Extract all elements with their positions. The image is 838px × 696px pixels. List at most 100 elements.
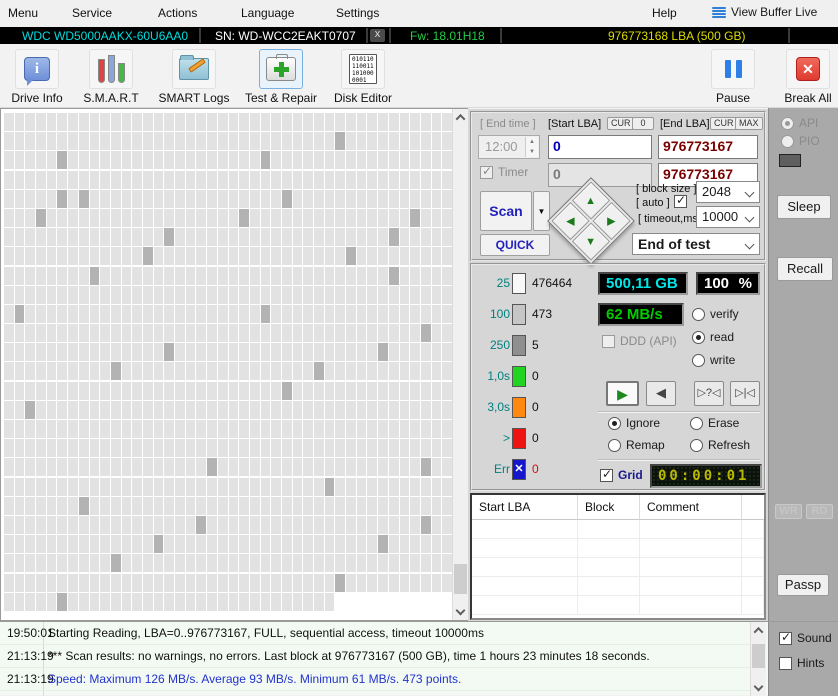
scan-block: [218, 190, 228, 208]
scroll-down-icon[interactable]: [751, 680, 766, 696]
menu-item-settings[interactable]: Settings: [336, 6, 379, 20]
scan-block: [421, 420, 431, 438]
menu-item-service[interactable]: Service: [72, 6, 112, 20]
end-lba-cur-button[interactable]: CUR: [710, 117, 738, 130]
scan-block: [303, 324, 313, 342]
defect-row[interactable]: [472, 596, 764, 615]
passp-button[interactable]: Passp: [777, 574, 829, 596]
sleep-button[interactable]: Sleep: [777, 195, 831, 219]
drive-serial: SN: WD-WCC2EAKT0707: [215, 29, 356, 43]
scan-block: [143, 343, 153, 361]
scan-block: [47, 401, 57, 419]
defect-row[interactable]: [472, 577, 764, 596]
rd-button[interactable]: RD: [806, 504, 833, 519]
seek-question-button[interactable]: ▷?◁: [694, 381, 724, 406]
ignore-radio[interactable]: Ignore: [608, 416, 660, 430]
scan-dropdown-button[interactable]: ▼: [533, 191, 550, 231]
scroll-down-icon[interactable]: [453, 604, 468, 620]
defect-row[interactable]: [472, 520, 764, 539]
menu-item-menu[interactable]: Menu: [8, 6, 38, 20]
scroll-up-icon[interactable]: [751, 622, 766, 638]
end-lba-input[interactable]: 976773167: [658, 135, 758, 159]
pause-button[interactable]: Pause: [705, 49, 761, 105]
scan-block: [132, 554, 142, 572]
break-all-button[interactable]: ✕ Break All: [780, 49, 836, 105]
scan-block: [4, 516, 14, 534]
smart-logs-button[interactable]: SMART Logs: [158, 49, 230, 105]
ddd-api-checkbox[interactable]: DDD (API): [602, 334, 677, 348]
scan-block: [122, 401, 132, 419]
scan-block: [314, 382, 324, 400]
hints-checkbox[interactable]: Hints: [779, 656, 824, 670]
smart-button[interactable]: S.M.A.R.T: [82, 49, 140, 105]
scan-block: [79, 516, 89, 534]
defect-row[interactable]: [472, 558, 764, 577]
scroll-up-icon[interactable]: [453, 109, 468, 125]
back-icon: ◀: [656, 385, 666, 400]
left-triangle-icon: ◀: [566, 215, 574, 228]
auto-checkbox[interactable]: [674, 195, 687, 208]
scan-block: [4, 324, 14, 342]
drive-close-button[interactable]: x: [370, 29, 385, 42]
scan-block: [282, 113, 292, 131]
scan-block: [314, 478, 324, 496]
grid-scrollbar-thumb[interactable]: [454, 564, 467, 594]
remap-radio[interactable]: Remap: [608, 438, 665, 452]
scan-block: [303, 382, 313, 400]
end-time-spinner[interactable]: 12:00 ▲▼: [478, 135, 540, 159]
quick-button[interactable]: QUICK: [480, 234, 550, 256]
verify-radio[interactable]: verify: [692, 307, 739, 321]
seek-end-button[interactable]: ▷|◁: [730, 381, 760, 406]
scan-block: [410, 439, 420, 457]
log-scrollbar[interactable]: [750, 622, 766, 696]
test-repair-button[interactable]: Test & Repair: [238, 49, 324, 105]
menu-item-help[interactable]: Help: [652, 6, 677, 20]
pio-radio[interactable]: PIO: [781, 134, 820, 148]
wr-button[interactable]: WR: [775, 504, 802, 519]
defect-row[interactable]: [472, 539, 764, 558]
legend-block-icon: [512, 304, 526, 325]
step-back-button[interactable]: ◀: [646, 381, 676, 406]
scan-block: [400, 574, 410, 592]
scan-block: [25, 535, 35, 553]
scan-block: [207, 458, 217, 476]
scan-block: [261, 324, 271, 342]
menu-item-actions[interactable]: Actions: [158, 6, 197, 20]
refresh-radio[interactable]: Refresh: [690, 438, 750, 452]
scan-block: [4, 113, 14, 131]
read-radio[interactable]: read: [692, 330, 734, 344]
start-lba-cur-button[interactable]: CUR: [607, 117, 635, 130]
block-size-select[interactable]: 2048: [696, 181, 760, 203]
sound-checkbox[interactable]: Sound: [779, 631, 832, 645]
column-header-block[interactable]: Block: [578, 495, 640, 520]
view-buffer-live-button[interactable]: View Buffer Live: [712, 5, 817, 19]
spinner-arrows-icon[interactable]: ▲▼: [525, 137, 538, 157]
scan-block: [229, 401, 239, 419]
scan-button[interactable]: Scan: [480, 191, 532, 231]
menu-item-language[interactable]: Language: [241, 6, 294, 20]
scan-block: [122, 420, 132, 438]
column-header-comment[interactable]: Comment: [640, 495, 742, 520]
timer-checkbox[interactable]: Timer: [480, 165, 528, 179]
drive-info-button[interactable]: i Drive Info: [9, 49, 65, 105]
column-header-start-lba[interactable]: Start LBA: [472, 495, 578, 520]
disk-editor-button[interactable]: 0101101100111010000001 Disk Editor: [330, 49, 396, 105]
grid-checkbox[interactable]: Grid: [600, 468, 643, 482]
start-scan-button[interactable]: ▶: [606, 381, 639, 406]
scan-block: [111, 228, 121, 246]
timeout-select[interactable]: 10000: [696, 206, 760, 228]
start-lba-input[interactable]: 0: [548, 135, 652, 159]
erase-radio[interactable]: Erase: [690, 416, 739, 430]
write-radio[interactable]: write: [692, 353, 735, 367]
scan-block: [239, 574, 249, 592]
end-action-select[interactable]: End of test: [632, 233, 760, 255]
scan-block: [154, 132, 164, 150]
log-scrollbar-thumb[interactable]: [752, 644, 765, 668]
start-lba-zero-button[interactable]: 0: [632, 117, 654, 130]
grid-scrollbar[interactable]: [452, 109, 468, 620]
scan-block: [346, 209, 356, 227]
recall-button[interactable]: Recall: [777, 257, 833, 281]
api-radio[interactable]: API: [781, 116, 818, 130]
scan-block: [111, 190, 121, 208]
end-lba-max-button[interactable]: MAX: [735, 117, 763, 130]
